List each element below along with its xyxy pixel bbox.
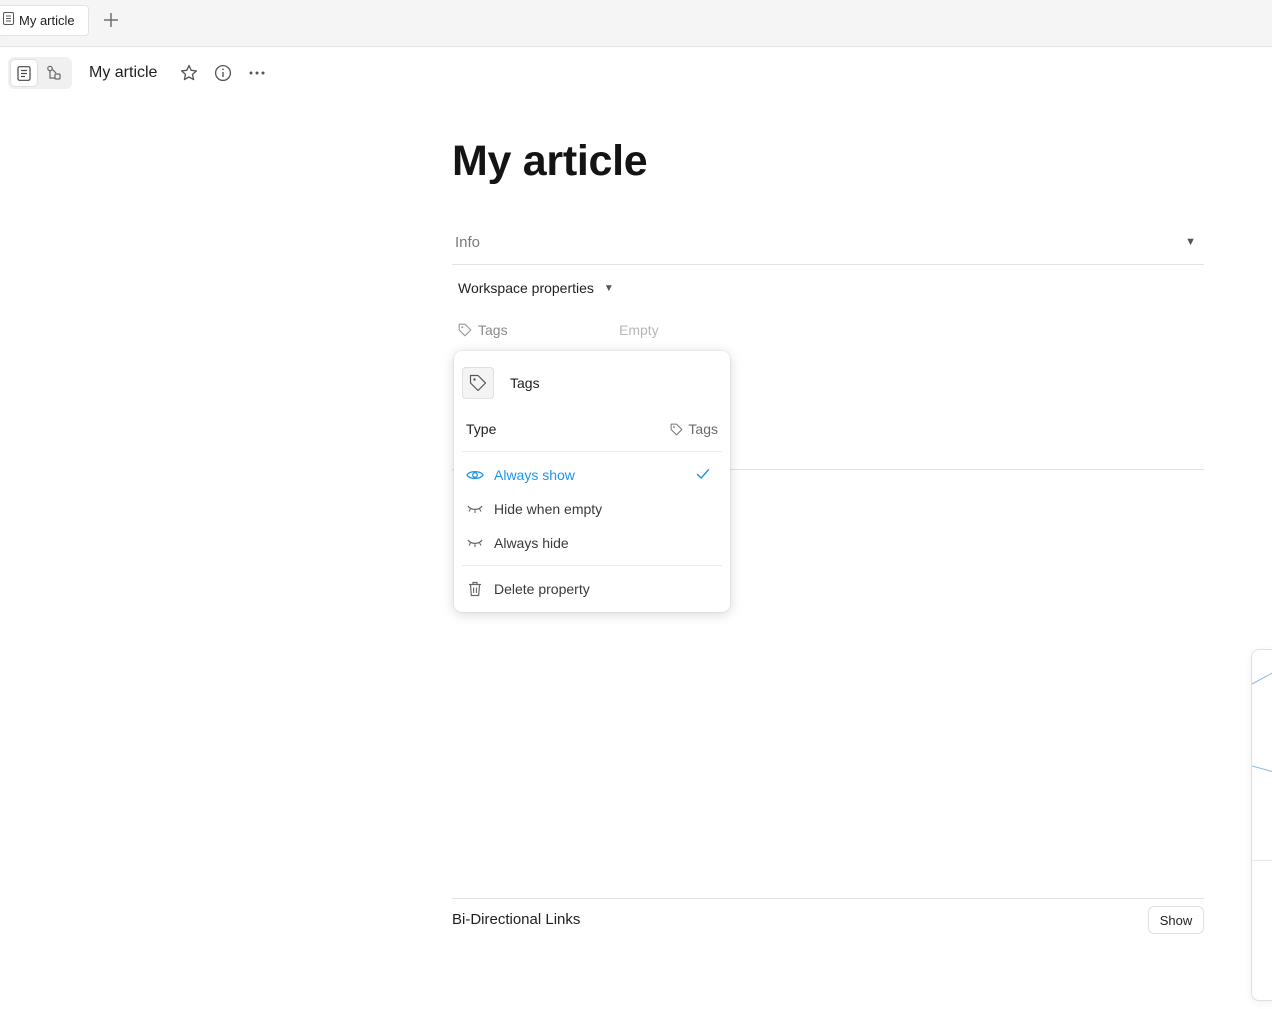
divider [462, 565, 722, 566]
tag-icon [458, 323, 472, 337]
divider [462, 451, 722, 452]
caret-down-icon: ▼ [1185, 236, 1196, 248]
workspace-properties-toggle[interactable]: Workspace properties ▼ [458, 280, 614, 296]
property-icon-picker[interactable] [462, 367, 494, 399]
always-hide-label: Always hide [494, 535, 569, 551]
tab-label: My article [19, 13, 75, 28]
info-icon [214, 64, 232, 82]
page-name[interactable]: My article [89, 64, 157, 82]
always-hide-option[interactable]: Always hide [466, 531, 722, 555]
check-icon [696, 467, 710, 486]
tag-icon [671, 423, 683, 435]
eye-closed-icon [466, 500, 484, 518]
edgeless-icon [47, 65, 61, 80]
info-section-header[interactable]: Info ▼ [452, 226, 1204, 265]
view-mode-switch [8, 57, 72, 89]
info-label: Info [455, 234, 481, 251]
page-icon [17, 65, 31, 81]
document-icon [3, 11, 14, 30]
property-name-field[interactable]: Tags [462, 366, 722, 400]
page-mode-button[interactable] [11, 60, 37, 86]
doc-title[interactable]: My article [452, 137, 648, 186]
eye-closed-icon [466, 534, 484, 552]
always-show-label: Always show [494, 467, 575, 483]
tags-property-row[interactable]: Tags Empty [458, 320, 758, 340]
edgeless-mode-button[interactable] [41, 60, 67, 86]
trash-icon [466, 580, 484, 598]
favorite-button[interactable] [178, 62, 200, 84]
property-name-value[interactable]: Tags [510, 375, 540, 391]
eye-icon [466, 466, 484, 484]
hide-when-empty-option[interactable]: Hide when empty [466, 497, 722, 521]
new-tab-button[interactable] [100, 9, 122, 31]
tab-my-article[interactable]: My article [0, 5, 89, 36]
info-button[interactable] [212, 62, 234, 84]
tags-property-label: Tags [478, 322, 508, 338]
tag-icon [469, 374, 487, 392]
property-type-row[interactable]: Type Tags [466, 419, 718, 439]
property-menu-popover: Tags Type Tags Always show Hide when emp… [454, 351, 730, 612]
hide-when-empty-label: Hide when empty [494, 501, 603, 517]
divider [1252, 860, 1272, 861]
delete-property-label: Delete property [494, 581, 590, 597]
panel-preview-graphic [1252, 672, 1272, 772]
property-type-value: Tags [670, 421, 718, 437]
backlinks-title: Bi-Directional Links [452, 911, 581, 928]
delete-property-button[interactable]: Delete property [466, 577, 722, 601]
property-type-label: Type [466, 421, 497, 437]
property-type-text: Tags [688, 421, 718, 437]
side-panel-partial[interactable] [1251, 649, 1272, 1001]
workspace-properties-label: Workspace properties [458, 280, 594, 296]
tab-bar: My article [0, 0, 1272, 47]
backlinks-show-button[interactable]: Show [1148, 906, 1204, 934]
more-horizontal-icon [249, 71, 265, 75]
tags-property-value[interactable]: Empty [619, 322, 659, 338]
more-button[interactable] [246, 62, 268, 84]
divider [452, 898, 1204, 899]
always-show-option[interactable]: Always show [466, 463, 722, 487]
star-icon [180, 64, 198, 81]
plus-icon [104, 13, 118, 27]
caret-down-icon: ▼ [603, 282, 614, 294]
